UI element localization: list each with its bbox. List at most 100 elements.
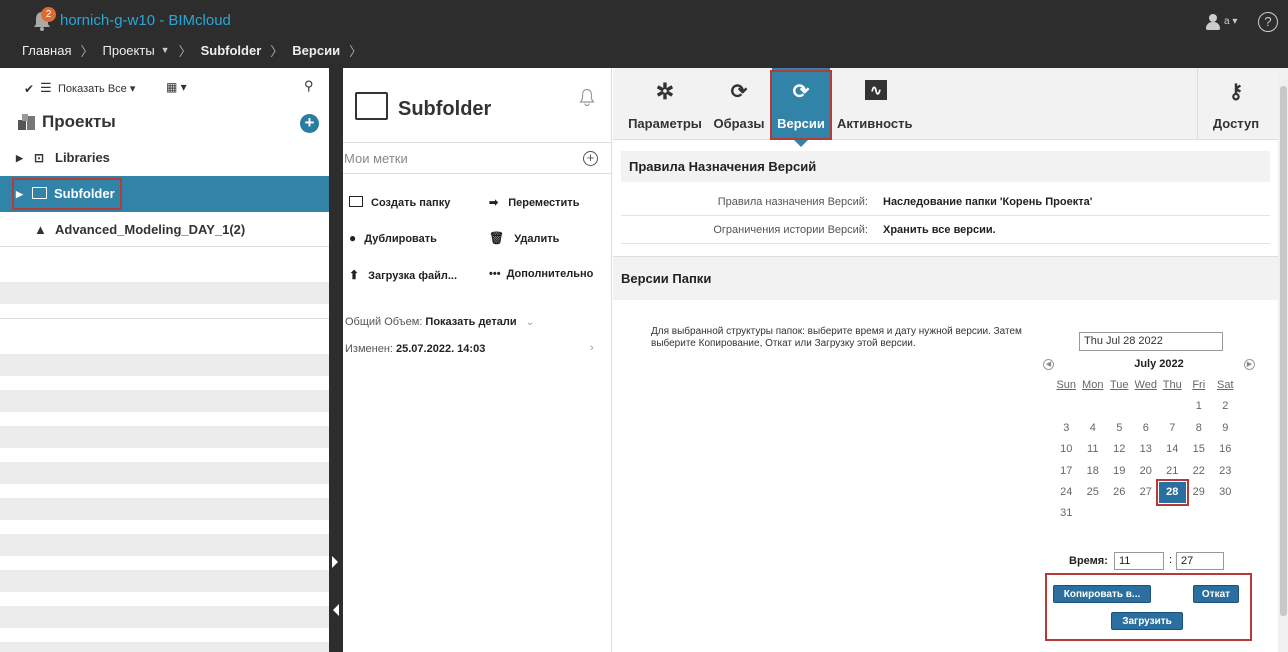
highlight-box: Копировать в... Откат Загрузить [1045, 573, 1252, 641]
breadcrumb: Главная 〉 Проекты ▼ 〉 Subfolder 〉 Версии… [22, 40, 371, 60]
show-details-link[interactable]: Показать детали [425, 316, 516, 328]
tags-input[interactable]: Мои метки [344, 143, 408, 175]
breadcrumb-subfolder[interactable]: Subfolder [201, 43, 262, 58]
add-tag-icon[interactable]: + [583, 151, 598, 166]
calendar-day[interactable]: 14 [1159, 439, 1186, 460]
create-folder-button[interactable]: Создать папку [349, 196, 450, 209]
user-icon[interactable] [1206, 14, 1220, 30]
bell-outline-icon[interactable] [579, 88, 595, 111]
calendar-day[interactable]: 12 [1106, 439, 1133, 460]
projects-icon [16, 112, 38, 134]
next-month-icon[interactable]: ▶ [1244, 359, 1255, 370]
tab-access[interactable]: ⚷ Доступ [1203, 68, 1269, 140]
calendar-day[interactable]: 19 [1106, 461, 1133, 482]
duplicate-label: Дублировать [364, 233, 437, 245]
time-label: Время: [1069, 555, 1108, 567]
caret-down-icon[interactable]: ▼ [161, 45, 170, 55]
calendar-day[interactable]: 2 [1212, 396, 1239, 417]
calendar-day[interactable]: 6 [1133, 418, 1160, 439]
app-title[interactable]: hornich-g-w10 - BIMcloud [60, 12, 231, 29]
calendar-day[interactable]: 15 [1186, 439, 1213, 460]
help-icon[interactable]: ? [1258, 12, 1278, 32]
calendar-day[interactable]: 1 [1186, 396, 1213, 417]
arrow-right-icon: ➡ [489, 197, 499, 209]
breadcrumb-projects[interactable]: Проекты [103, 43, 155, 58]
calendar-day[interactable]: 5 [1106, 418, 1133, 439]
tab-parameters[interactable]: ✲ Параметры [627, 68, 703, 140]
move-button[interactable]: ➡ Переместить [489, 196, 579, 209]
calendar-day[interactable]: 3 [1053, 418, 1080, 439]
search-icon[interactable]: ⚲ [304, 78, 314, 94]
download-button[interactable]: Загрузить [1111, 612, 1183, 630]
scrollbar-thumb[interactable] [1280, 86, 1287, 616]
projects-panel: ✔ ☰ Показать Все ▾ ▦ ▾ ⚲ Проекты + ▶ ⊡ L… [0, 68, 329, 652]
tab-bar: ✲ Параметры ⟳ Образы ⟳ Версии ∿ Активнос… [613, 68, 1278, 147]
calendar-day[interactable]: 29 [1186, 482, 1213, 503]
date-input[interactable]: Thu Jul 28 2022 [1079, 332, 1223, 351]
calendar-day[interactable]: 18 [1080, 461, 1107, 482]
duplicate-button[interactable]: ● Дублировать [349, 231, 437, 245]
upload-label: Загрузка файл... [368, 270, 458, 282]
folder-title: Subfolder [398, 98, 492, 120]
tab-snapshots[interactable]: ⟳ Образы [710, 68, 768, 140]
chevron-down-icon[interactable]: ⌄ [526, 317, 534, 328]
upload-button[interactable]: ⬆ Загрузка файл... [349, 268, 457, 282]
calendar-day[interactable]: 13 [1133, 439, 1160, 460]
calendar-day[interactable]: 21 [1159, 461, 1186, 482]
trash-icon: 🗑 [489, 231, 505, 245]
breadcrumb-home[interactable]: Главная [22, 43, 71, 58]
calendar-day[interactable]: 7 [1159, 418, 1186, 439]
calendar-day[interactable]: 8 [1186, 418, 1213, 439]
calendar-day[interactable]: 26 [1106, 482, 1133, 503]
chevron-right-icon: 〉 [80, 43, 94, 59]
copy-to-button[interactable]: Копировать в... [1053, 585, 1151, 603]
weekday-header: Wed [1134, 379, 1157, 391]
calendar-blank [1053, 396, 1080, 417]
rule-row: Ограничения истории Версий: Хранить все … [621, 216, 1270, 244]
calendar-day[interactable]: 24 [1053, 482, 1080, 503]
delete-button[interactable]: 🗑 Удалить [489, 231, 559, 245]
duplicate-icon: ● [349, 231, 357, 245]
calendar-day[interactable]: 9 [1212, 418, 1239, 439]
calendar-day[interactable]: 10 [1053, 439, 1080, 460]
filter-icon[interactable]: ☰ [40, 80, 52, 96]
project-icon: ▲ [34, 222, 47, 237]
user-name: a [1224, 16, 1230, 27]
checkmark-icon[interactable]: ✔ [24, 82, 34, 96]
show-all-dropdown[interactable]: Показать Все ▾ [58, 82, 135, 95]
tree-item-project[interactable]: ▲ Advanced_Modeling_DAY_1(2) [0, 212, 329, 248]
chevron-right-icon: 〉 [270, 43, 284, 59]
time-hour-input[interactable]: 11 [1114, 552, 1164, 570]
time-minute-input[interactable]: 27 [1176, 552, 1224, 570]
calendar-filter-icon[interactable]: ▦ ▾ [166, 80, 187, 94]
chevron-right-icon[interactable]: › [590, 342, 594, 354]
calendar-day[interactable]: 30 [1212, 482, 1239, 503]
versions-panel: ✲ Параметры ⟳ Образы ⟳ Версии ∿ Активнос… [613, 68, 1278, 652]
calendar-day[interactable]: 4 [1080, 418, 1107, 439]
time-separator: : [1169, 554, 1173, 566]
revert-button[interactable]: Откат [1193, 585, 1239, 603]
panel-splitter[interactable] [329, 68, 343, 652]
gear-icon: ✲ [655, 79, 675, 104]
calendar-day[interactable]: 31 [1053, 503, 1080, 524]
calendar-day[interactable]: 20 [1133, 461, 1160, 482]
calendar-day[interactable]: 27 [1133, 482, 1160, 503]
create-folder-label: Создать папку [371, 197, 451, 209]
calendar-day[interactable]: 22 [1186, 461, 1213, 482]
calendar-day[interactable]: 25 [1080, 482, 1107, 503]
expand-arrow-icon[interactable]: ▶ [16, 140, 23, 176]
more-button[interactable]: ••• Дополнительно [489, 268, 593, 280]
expand-arrow-icon[interactable] [332, 556, 338, 568]
calendar-day-selected[interactable]: 28 [1156, 478, 1189, 507]
user-menu[interactable]: a ▾ [1224, 16, 1237, 27]
folder-details-panel: Subfolder Мои метки + Создать папку ➡ Пер… [343, 68, 612, 652]
tab-activity[interactable]: ∿ Активность [835, 68, 912, 140]
calendar-day[interactable]: 11 [1080, 439, 1107, 460]
add-project-icon[interactable]: + [300, 114, 319, 133]
calendar-day[interactable]: 23 [1212, 461, 1239, 482]
tree-item-libraries[interactable]: ▶ ⊡ Libraries [0, 140, 329, 176]
calendar-day[interactable]: 17 [1053, 461, 1080, 482]
collapse-arrow-icon[interactable] [333, 604, 339, 616]
chevron-right-icon: 〉 [349, 43, 363, 59]
calendar-day[interactable]: 16 [1212, 439, 1239, 460]
